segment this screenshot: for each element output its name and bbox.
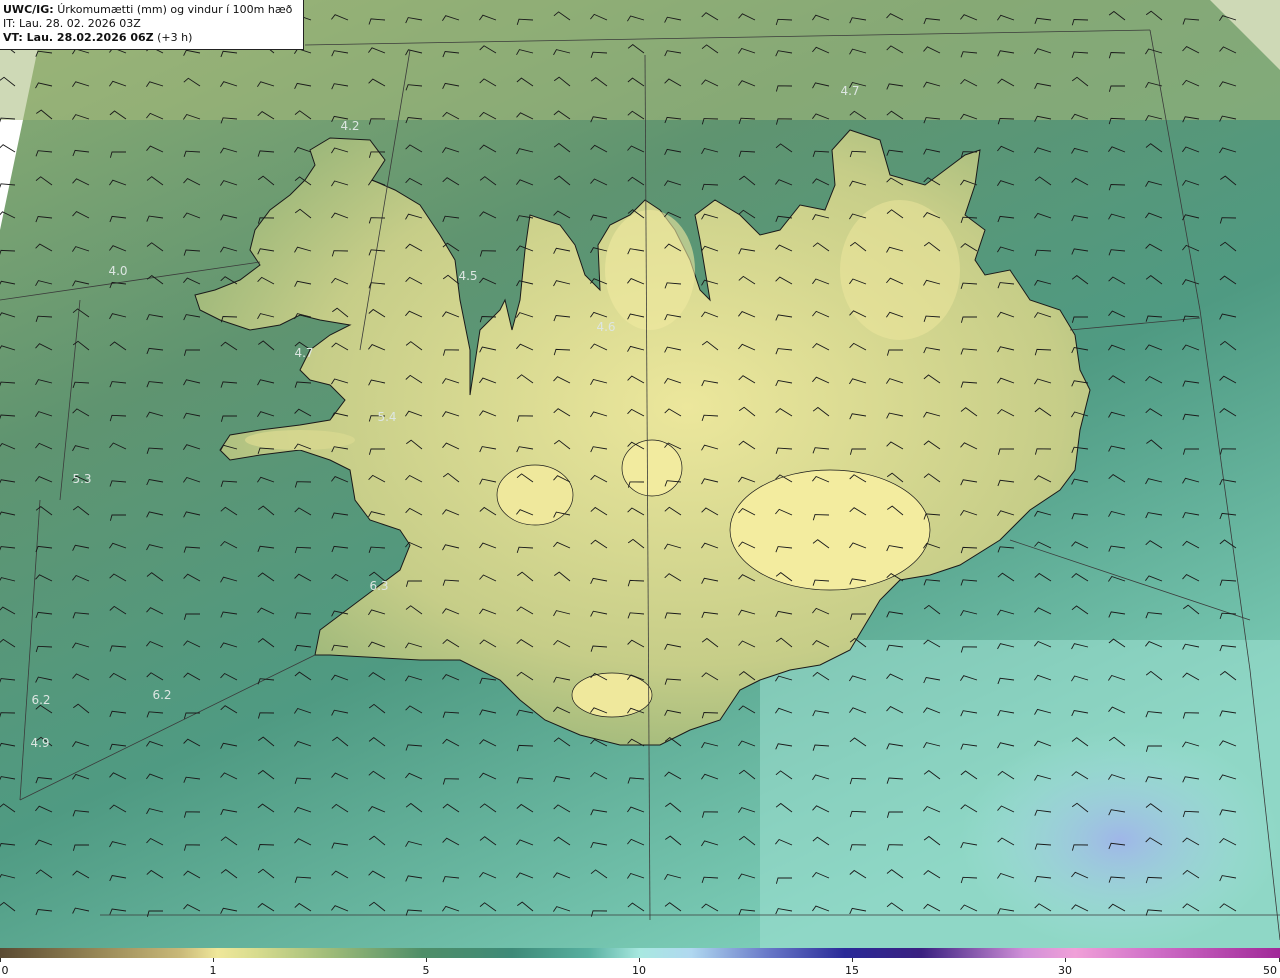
map-value-label: 6.2 [31,693,51,707]
colorbar-tick-label: 50 [1263,964,1277,977]
map-value-label: 4.2 [340,119,360,133]
lead-time: (+3 h) [157,31,193,44]
map-value-label: 6.2 [152,688,172,702]
colorbar-tick [1065,958,1066,962]
colorbar-tick [0,958,1,962]
glacier-langjokull [496,464,574,526]
colorbar-tick [852,958,853,962]
map-value-label: 4.9 [30,736,50,750]
colorbar-tick-label: 1 [209,964,217,977]
colorbar-tick-label: 15 [845,964,859,977]
glacier-myrdalsjokull [571,672,653,718]
map-info-box: UWC/IG: Úrkomumætti (mm) og vindur í 100… [0,0,304,50]
precipitation-wind-map [0,0,1280,948]
map-value-label: 5.3 [72,472,92,486]
map-value-label: 6.3 [369,579,389,593]
colorbar-tick-label: 5 [422,964,430,977]
product-name: Úrkomumætti (mm) og vindur í 100m hæð [57,3,293,16]
valid-time: VT: Lau. 28.02.2026 06Z [3,31,154,44]
issue-time: IT: Lau. 28. 02. 2026 03Z [3,17,141,30]
glacier-hofsjokull [621,439,683,497]
map-value-label: 5.4 [377,410,397,424]
colorbar-tick-label: 10 [632,964,646,977]
map-value-label: 4.7 [294,346,314,360]
map-value-label: 4.5 [458,269,478,283]
map-value-label: 4.6 [596,320,616,334]
colorbar-tick [213,958,214,962]
colorbar-tick-label: 0 [1,964,9,977]
header-line-1: UWC/IG: Úrkomumætti (mm) og vindur í 100… [3,3,300,17]
colorbar [0,948,1280,958]
header-line-3: VT: Lau. 28.02.2026 06Z (+3 h) [3,31,300,45]
map-value-label: 4.0 [108,264,128,278]
glacier-vatnajokull [729,469,931,591]
map-value-label: 4.7 [840,84,860,98]
model-name: UWC/IG: [3,3,54,16]
colorbar-tick [639,958,640,962]
colorbar-tick-label: 30 [1058,964,1072,977]
colorbar-tick [426,958,427,962]
highland-north [605,210,695,330]
highland-northeast [840,200,960,340]
